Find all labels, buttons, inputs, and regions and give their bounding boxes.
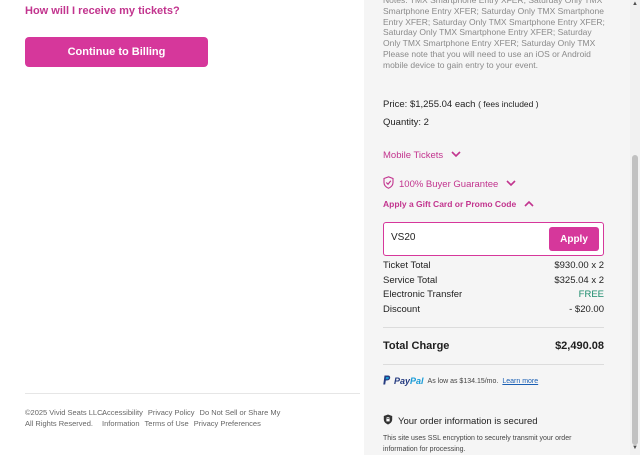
price-label: Price:: [383, 99, 408, 110]
mobile-tickets-label: Mobile Tickets: [383, 150, 444, 161]
how-receive-tickets-link[interactable]: How will I receive my tickets?: [25, 5, 180, 17]
paypal-learn-more-link[interactable]: Learn more: [502, 378, 538, 385]
paypal-brand: PayPal: [394, 376, 424, 386]
total-charge-value: $2,490.08: [555, 340, 604, 352]
paypal-financing: PayPal As low as $134.15/mo. Learn more: [383, 375, 538, 387]
summary-row: Service Total $325.04 x 2: [383, 274, 604, 289]
electronic-transfer-value: FREE: [578, 289, 604, 300]
summary-divider: [383, 327, 604, 328]
buyer-guarantee-label: 100% Buyer Guarantee: [399, 178, 499, 190]
footer-divider: [25, 393, 360, 394]
promo-code-toggle[interactable]: Apply a Gift Card or Promo Code: [383, 199, 534, 209]
scroll-down-arrow-icon[interactable]: ▼: [632, 445, 638, 451]
summary-row: Ticket Total $930.00 x 2: [383, 259, 604, 274]
quantity-value: 2: [423, 117, 429, 128]
paypal-brand-pay: Pay: [394, 376, 411, 386]
summary-row: Electronic Transfer FREE: [383, 288, 604, 303]
paypal-brand-pal: Pal: [410, 376, 424, 386]
shield-lock-icon: [383, 414, 393, 428]
quantity-label: Quantity:: [383, 117, 422, 128]
shield-check-icon: [383, 176, 394, 192]
discount-label: Discount: [383, 303, 420, 315]
discount-value: - $20.00: [569, 303, 604, 315]
total-divider: [383, 364, 604, 365]
chevron-down-icon: [451, 150, 461, 161]
total-charge: Total Charge $2,490.08: [383, 340, 604, 352]
promo-code-input[interactable]: [391, 232, 541, 243]
price-line: Price: $1,255.04 each ( fees included ): [383, 99, 539, 110]
summary-row: Discount - $20.00: [383, 303, 604, 318]
secure-order-title: Your order information is secured: [383, 414, 538, 428]
service-total-label: Service Total: [383, 274, 438, 286]
quantity-line: Quantity: 2: [383, 117, 429, 128]
paypal-logo-icon: [383, 375, 391, 387]
promo-code-box: Apply: [383, 222, 604, 256]
footer-link-terms-of-use[interactable]: Terms of Use: [145, 419, 189, 428]
mobile-tickets-toggle[interactable]: Mobile Tickets: [383, 150, 461, 161]
chevron-down-icon: [506, 179, 516, 190]
secure-order-label: Your order information is secured: [398, 415, 538, 427]
continue-to-billing-button[interactable]: Continue to Billing: [25, 37, 208, 67]
apply-promo-button[interactable]: Apply: [549, 227, 599, 251]
footer-links: Accessibility Privacy Policy Do Not Sell o…: [102, 407, 292, 429]
price-value: $1,255.04 each: [409, 99, 476, 110]
ticket-total-value: $930.00 x 2: [554, 260, 604, 271]
paypal-installment-text: As low as $134.15/mo.: [427, 377, 499, 385]
checkout-left-panel: How will I receive my tickets? Continue …: [0, 0, 364, 455]
ticket-notes: Notes: TMX Smartphone Entry XFER; Saturd…: [383, 0, 605, 70]
scroll-up-arrow-icon[interactable]: ▲: [632, 1, 638, 7]
ticket-total-label: Ticket Total: [383, 260, 431, 271]
footer-link-privacy-preferences[interactable]: Privacy Preferences: [194, 419, 261, 428]
scrollbar-thumb[interactable]: [632, 155, 638, 445]
footer-link-privacy-policy[interactable]: Privacy Policy: [148, 408, 195, 417]
secure-order-description: This site uses SSL encryption to securel…: [383, 435, 572, 453]
price-fees-note: ( fees included ): [478, 99, 539, 109]
buyer-guarantee-toggle[interactable]: 100% Buyer Guarantee: [383, 176, 516, 192]
promo-code-toggle-label: Apply a Gift Card or Promo Code: [383, 199, 517, 209]
electronic-transfer-label: Electronic Transfer: [383, 289, 463, 300]
footer-link-accessibility[interactable]: Accessibility: [102, 408, 143, 417]
chevron-up-icon: [524, 199, 534, 209]
total-charge-label: Total Charge: [383, 340, 450, 352]
footer-copyright: ©2025 Vivid Seats LLC. All Rights Reserv…: [25, 408, 105, 428]
price-summary: Ticket Total $930.00 x 2 Service Total $…: [383, 259, 604, 317]
service-total-value: $325.04 x 2: [554, 274, 604, 286]
